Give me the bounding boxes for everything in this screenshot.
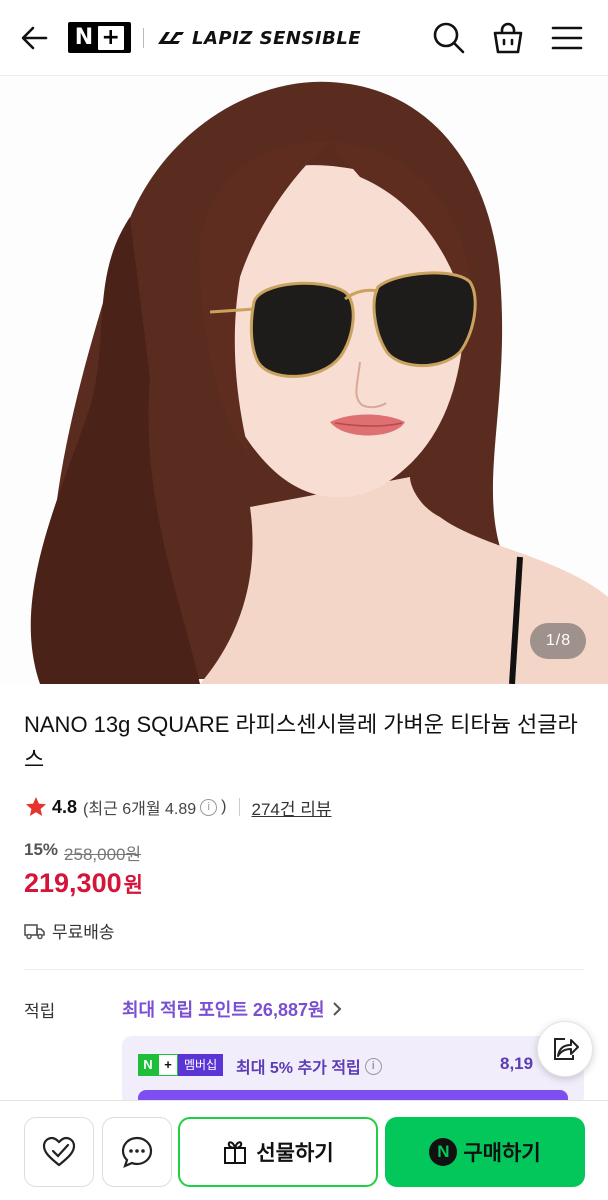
nplus-logo[interactable]: N + [68,22,131,53]
gift-label: 선물하기 [256,1142,334,1165]
shopping-bag-icon [493,22,523,54]
membership-badge-plus: + [158,1054,178,1076]
top-header: N + LAPIZ SENSIBLE [0,0,608,76]
max-points-link[interactable]: 최대 적립 포인트 26,887원 [122,996,343,1022]
points-label: 적립 [24,1002,56,1021]
menu-button[interactable] [549,20,585,56]
image-counter-total: 8 [561,632,571,649]
product-title: NANO 13g SQUARE 라피스센시블레 가벼운 티타늄 선글라스 [24,712,578,772]
buy-label: 구매하기 [463,1142,541,1165]
shipping-text: 무료배송 [52,923,115,942]
brand-mark-icon [158,32,184,44]
image-counter-current: 1 [545,632,555,649]
search-icon [433,22,465,54]
gift-button[interactable]: 선물하기 [178,1117,378,1187]
rating-value: 4.8 [52,796,78,817]
back-button[interactable] [18,22,52,54]
sale-price-unit: 원 [123,874,143,897]
star-icon [26,797,46,816]
membership-badge: N + 멤버십 [138,1054,224,1076]
recent-rating: (최근 6개월 4.89 i ) [83,795,226,819]
membership-box[interactable]: N + 멤버십 최대 5% 추가 적립 i 8,19 [122,1036,584,1106]
recent-rating-close: ) [221,798,227,815]
original-price: 258,000원 [64,845,142,864]
brand-logo[interactable]: LAPIZ SENSIBLE [156,26,361,50]
buy-button[interactable]: N 구매하기 [385,1117,585,1187]
sale-price: 219,300 [24,868,122,898]
max-points-text: 최대 적립 포인트 26,887원 [122,1000,325,1020]
discount-row: 15% 258,000원 [24,840,141,865]
bottom-action-bar: 선물하기 N 구매하기 [0,1100,608,1200]
chevron-right-icon [332,1002,341,1016]
rating-divider [238,798,240,816]
brand-divider [143,28,144,48]
membership-amount: 8,19 [500,1054,534,1073]
share-button[interactable] [537,1021,593,1077]
info-icon[interactable]: i [200,798,218,816]
membership-info-icon[interactable]: i [364,1057,382,1075]
membership-badge-n: N [138,1054,158,1076]
heart-check-icon [42,1136,76,1167]
back-arrow-icon [21,26,48,50]
gift-icon [224,1141,247,1164]
nplus-logo-plus: + [98,25,125,50]
nplus-logo-n: N [74,25,95,50]
sale-price-row: 219,300 원 [24,868,143,899]
recent-rating-text: (최근 6개월 4.89 [83,801,197,818]
membership-text: 최대 5% 추가 적립 i [236,1054,386,1078]
discount-rate: 15% [24,840,59,859]
rating-row: 4.8 (최근 6개월 4.89 i ) 274건 리뷰 [24,792,332,822]
product-photo [0,77,608,684]
section-divider [24,969,584,970]
image-counter-separator: / [555,632,561,649]
brand-name: LAPIZ SENSIBLE [192,27,362,49]
review-count-link[interactable]: 274건 리뷰 [252,795,332,820]
npay-icon: N [429,1138,458,1166]
search-button[interactable] [431,20,467,56]
membership-badge-text: 멤버십 [178,1054,224,1076]
talk-button[interactable] [102,1117,172,1187]
hamburger-menu-icon [551,26,583,50]
wishlist-button[interactable] [24,1117,94,1187]
cart-button[interactable] [490,20,526,56]
shipping-row: 무료배송 [24,918,115,943]
truck-icon [24,923,45,939]
product-image[interactable] [0,77,608,684]
chat-bubble-icon [121,1136,153,1168]
membership-text-label: 최대 5% 추가 적립 [236,1060,361,1077]
share-icon [554,1038,579,1060]
image-counter: 1 / 8 [530,623,586,659]
